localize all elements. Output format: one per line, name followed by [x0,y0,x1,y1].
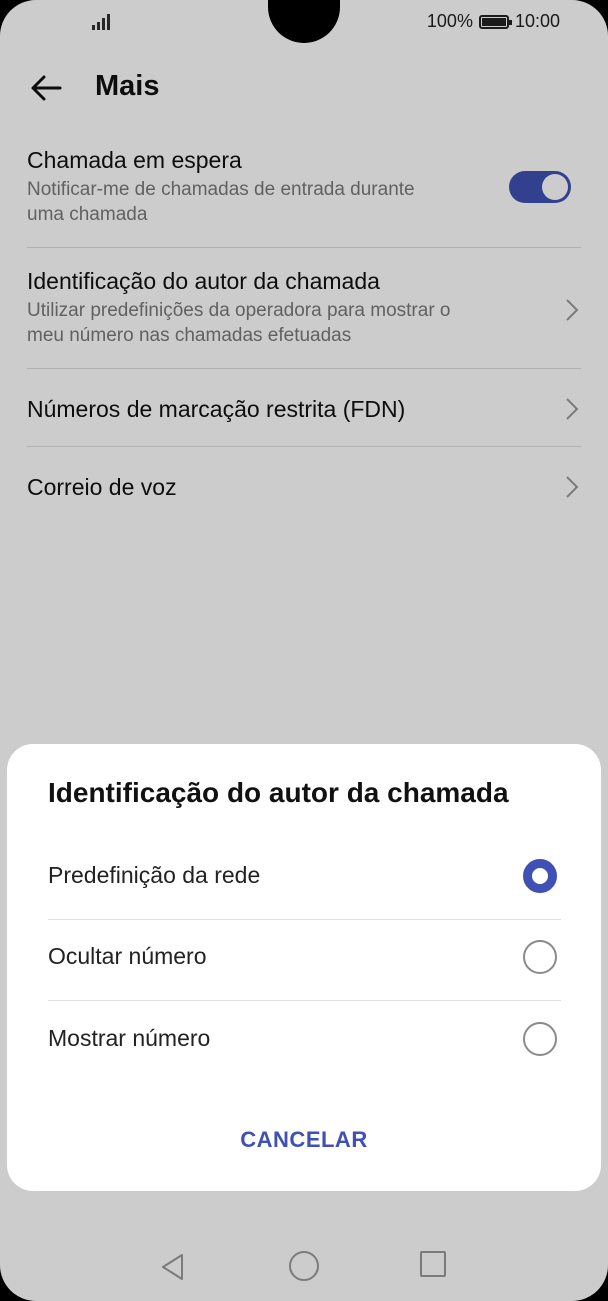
option-show-number[interactable]: Mostrar número [48,1002,561,1083]
recents-square-icon[interactable] [420,1251,446,1277]
option-label: Ocultar número [48,943,207,969]
radio-unselected[interactable] [523,940,557,974]
system-nav-bar [0,1230,608,1300]
phone-screen: 100% 10:00 Mais Chamada em espera Notifi… [0,0,608,1301]
dialog-title: Identificação do autor da chamada [48,777,509,808]
option-label: Mostrar número [48,1025,211,1051]
radio-unselected[interactable] [523,1022,557,1056]
option-label: Predefinição da rede [48,862,261,888]
cancel-button[interactable]: CANCELAR [7,1127,601,1153]
radio-selected[interactable] [523,859,557,893]
home-circle-icon[interactable] [289,1251,319,1281]
caller-id-dialog: Identificação do autor da chamada Predef… [7,744,601,1191]
back-triangle-icon[interactable] [158,1252,188,1282]
option-hide-number[interactable]: Ocultar número [48,920,561,1001]
option-network-default[interactable]: Predefinição da rede [48,839,561,920]
